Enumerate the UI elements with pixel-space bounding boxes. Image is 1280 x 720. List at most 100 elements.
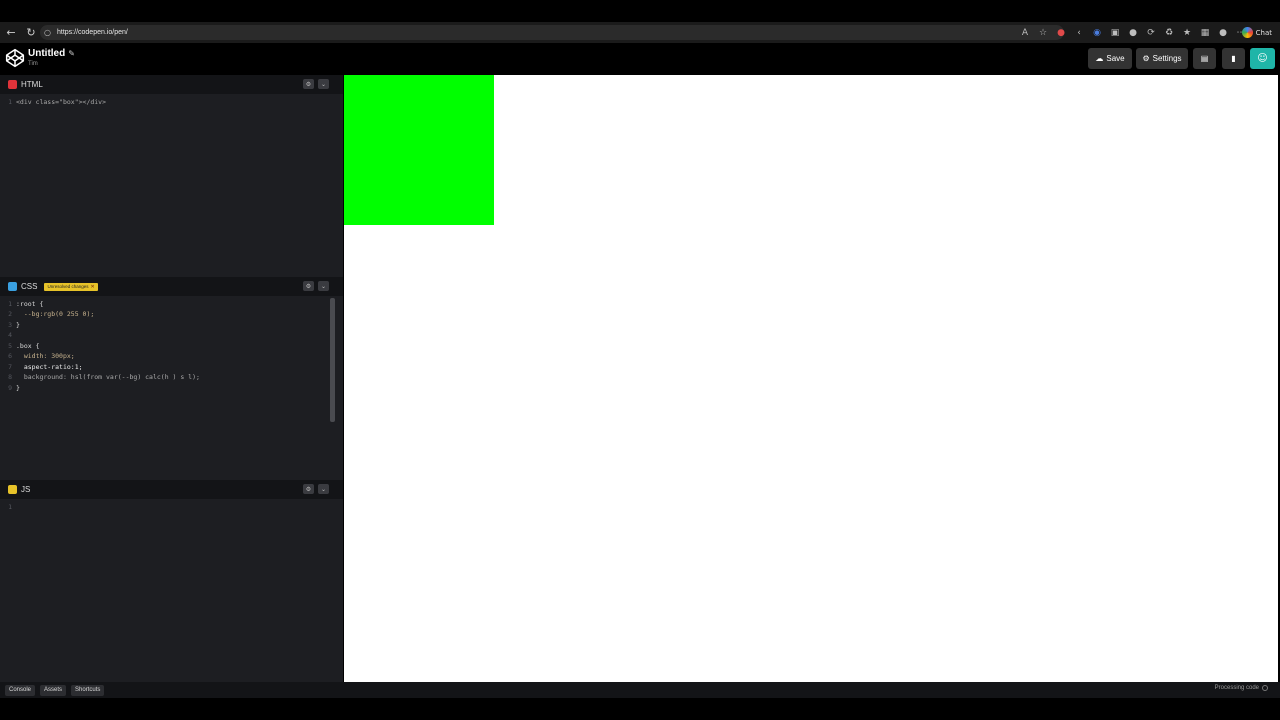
js-code-editor[interactable]: 1 [0, 499, 343, 682]
shortcuts-button[interactable]: Shortcuts [71, 684, 105, 696]
js-collapse-chevron-icon[interactable]: ⌄ [318, 484, 329, 494]
reload-icon[interactable]: ↻ [22, 24, 40, 42]
css-warning-chip[interactable]: Unresolved changes ✕ [44, 282, 98, 291]
avatar-face-icon: ☺ [1257, 53, 1268, 64]
extension-blue-icon[interactable]: ◉ [1090, 26, 1104, 40]
code-line: 5 .box { [0, 340, 39, 351]
code-line: 1 [0, 501, 16, 512]
code-text: background: hsl(from var(--bg) calc(h ) … [16, 373, 200, 381]
site-info-icon[interactable]: ○ [44, 28, 54, 37]
pen-title-text: Untitled [28, 48, 66, 59]
code-line: 4 [0, 330, 16, 341]
code-line: 3 } [0, 319, 20, 330]
extensions-puzzle-icon[interactable]: ♻ [1162, 26, 1176, 40]
pen-author[interactable]: Tim [28, 61, 38, 67]
code-text: width: 300px; [16, 352, 75, 360]
code-line: 6 width: 300px; [0, 351, 75, 362]
cloud-icon: ☁ [1095, 54, 1104, 63]
editor-column: HTML ⚙ ⌄ 1 <div class="box"></div> CSS U… [0, 75, 343, 682]
extension-grey-icon[interactable]: ● [1126, 26, 1140, 40]
html-pane-title: HTML [21, 80, 43, 89]
codepen-footer: Console Assets Shortcuts Processing code [0, 682, 1280, 698]
status-text: Processing code [1214, 685, 1259, 691]
preview-box [344, 75, 494, 225]
favorites-icon[interactable]: ★ [1180, 26, 1194, 40]
css-settings-gear-icon[interactable]: ⚙ [303, 281, 314, 291]
html-pane-header[interactable]: HTML ⚙ ⌄ [0, 75, 343, 94]
line-number: 5 [8, 341, 12, 350]
css-pane-header[interactable]: CSS Unresolved changes ✕ ⚙ ⌄ [0, 277, 343, 296]
save-label: Save [1106, 54, 1125, 63]
settings-button[interactable]: ⚙ Settings [1136, 48, 1188, 69]
chat-label: Chat [1255, 28, 1272, 37]
settings-label: Settings [1152, 54, 1182, 63]
browser-toolbar: ← ↻ ○ https://codepen.io/pen/ A ☆ ● ‹ ◉ … [0, 22, 1280, 43]
line-number: 7 [8, 362, 12, 371]
code-text: aspect-ratio:1; [16, 362, 83, 371]
bookmark-button[interactable]: ▮ [1222, 48, 1245, 69]
gear-icon: ⚙ [1142, 54, 1150, 63]
codepen-header: Untitled ✎ Tim ☁ Save ⚙ Settings ▤ ▮ ☺ [0, 43, 1280, 75]
arrow-left-icon[interactable]: ‹ [1072, 26, 1086, 40]
letterbox-top [0, 0, 1280, 22]
css-code-editor[interactable]: 1 :root { 2 --bg:rgb(0 255 0); 3 } 4 5 .… [0, 296, 343, 481]
line-number: 1 [8, 97, 12, 106]
extension-red-icon[interactable]: ● [1054, 26, 1068, 40]
line-number: 6 [8, 352, 12, 360]
code-text: } [16, 383, 20, 392]
spinner-icon [1262, 685, 1268, 691]
window-icon[interactable]: ▣ [1108, 26, 1122, 40]
line-number: 3 [8, 320, 12, 329]
favorite-star-icon[interactable]: ☆ [1036, 26, 1050, 40]
code-line: 9 } [0, 382, 20, 393]
js-pane-header[interactable]: JS ⚙ ⌄ [0, 480, 343, 499]
js-pane-title: JS [21, 485, 31, 494]
css-scrollbar[interactable] [330, 298, 335, 422]
js-badge-icon [8, 485, 17, 494]
line-number: 1 [8, 299, 12, 308]
line-number: 8 [8, 373, 12, 381]
css-collapse-chevron-icon[interactable]: ⌄ [318, 281, 329, 291]
read-aloud-icon[interactable]: A [1018, 26, 1032, 40]
code-text: <div class="box"></div> [16, 97, 107, 106]
console-button[interactable]: Console [5, 684, 36, 696]
warning-text: Unresolved changes [47, 284, 89, 289]
change-view-button[interactable]: ▤ [1193, 48, 1216, 69]
warning-close-icon[interactable]: ✕ [90, 284, 94, 290]
save-button[interactable]: ☁ Save [1088, 48, 1132, 69]
assets-button[interactable]: Assets [40, 684, 67, 696]
code-text: } [16, 320, 20, 329]
line-number: 4 [8, 331, 12, 339]
code-line: 7 aspect-ratio:1; [0, 361, 83, 372]
address-bar[interactable]: ○ https://codepen.io/pen/ [40, 25, 1064, 40]
html-badge-icon [8, 80, 17, 89]
pen-title[interactable]: Untitled ✎ [28, 48, 75, 59]
user-avatar[interactable]: ☺ [1250, 48, 1275, 69]
letterbox-bottom [0, 698, 1280, 720]
html-code-editor[interactable]: 1 <div class="box"></div> [0, 94, 343, 276]
copilot-icon [1241, 27, 1253, 38]
url-text: https://codepen.io/pen/ [57, 29, 128, 36]
code-line: 1 :root { [0, 298, 43, 309]
code-text: --bg:rgb(0 255 0); [16, 310, 95, 318]
line-number: 2 [8, 310, 12, 318]
css-badge-icon [8, 282, 17, 291]
code-text: :root { [16, 299, 44, 308]
line-number: 1 [8, 502, 12, 511]
copilot-chat-button[interactable]: Chat [1241, 25, 1272, 40]
profile-icon[interactable]: ● [1216, 26, 1230, 40]
codepen-logo-icon[interactable] [5, 48, 25, 68]
layout-icon: ▤ [1200, 54, 1209, 63]
back-icon[interactable]: ← [2, 24, 20, 42]
code-line: 2 --bg:rgb(0 255 0); [0, 309, 94, 320]
collections-icon[interactable]: ▦ [1198, 26, 1212, 40]
processing-status: Processing code [1215, 685, 1268, 691]
js-settings-gear-icon[interactable]: ⚙ [303, 484, 314, 494]
edit-pencil-icon[interactable]: ✎ [68, 49, 75, 58]
result-preview[interactable] [344, 75, 1278, 682]
refresh-icon[interactable]: ⟳ [1144, 26, 1158, 40]
html-settings-gear-icon[interactable]: ⚙ [303, 79, 314, 89]
code-line: 1 <div class="box"></div> [0, 96, 106, 107]
bookmark-icon: ▮ [1231, 54, 1236, 63]
html-collapse-chevron-icon[interactable]: ⌄ [318, 79, 329, 89]
